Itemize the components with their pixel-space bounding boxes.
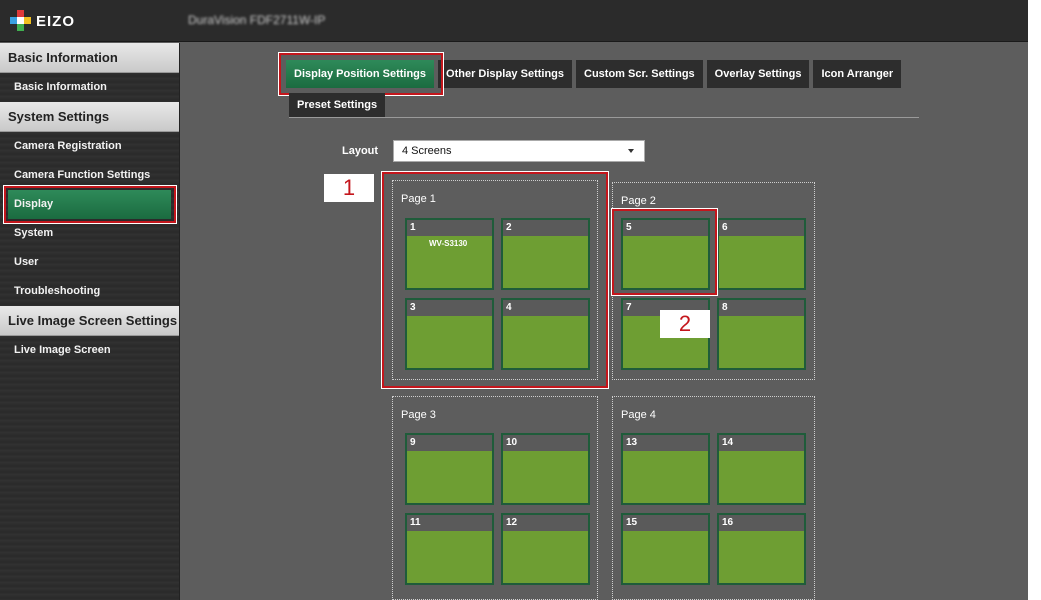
screen-number: 13 [623,435,708,451]
screen-tile[interactable]: 2 [501,218,590,290]
screen-tile[interactable]: 12 [501,513,590,585]
screen-tile[interactable]: 14 [717,433,806,505]
sidebar-item-live-image-screen[interactable]: Live Image Screen [0,336,179,365]
callout-label-2: 2 [660,310,710,338]
eizo-logo-icon [10,10,32,32]
screen-number: 3 [407,300,492,316]
screen-number: 15 [623,515,708,531]
screen-number: 12 [503,515,588,531]
sidebar-item-basic-information[interactable]: Basic Information [0,73,179,102]
screen-tile[interactable]: 16 [717,513,806,585]
sidebar-item-troubleshooting[interactable]: Troubleshooting [0,277,179,306]
product-name: DuraVision FDF2711W-IP [188,13,326,27]
screen-tile[interactable]: 10 [501,433,590,505]
page-title: Page 4 [621,409,656,421]
logo-text: EIZO [36,12,76,30]
page-1-group: Page 1 1 WV-S3130 2 3 4 [392,180,598,380]
sidebar-item-user[interactable]: User [0,248,179,277]
sidebar-item-display[interactable]: Display [8,190,171,219]
screen-number: 6 [719,220,804,236]
page-3-group: Page 3 9 10 11 12 [392,396,598,600]
top-bar: EIZO DuraVision FDF2711W-IP [0,0,1028,42]
screen-number: 9 [407,435,492,451]
camera-name: WV-S3130 [429,239,468,248]
screen-number: 8 [719,300,804,316]
layout-label: Layout [342,145,379,157]
sidebar-item-camera-function-settings[interactable]: Camera Function Settings [0,161,179,190]
screen-number: 10 [503,435,588,451]
screen-tile[interactable]: 15 [621,513,710,585]
screen-tile[interactable]: 3 [405,298,494,370]
screen-tile[interactable]: 8 [717,298,806,370]
screen-tile[interactable]: 13 [621,433,710,505]
sidebar-header-basic-information[interactable]: Basic Information [0,43,179,73]
screen-number: 16 [719,515,804,531]
page-margin [1028,0,1041,600]
screen-number: 11 [407,515,492,531]
screen-tile[interactable]: 1 WV-S3130 [405,218,494,290]
page-2-group: Page 2 5 6 7 8 [612,182,815,380]
screen-tile[interactable]: 4 [501,298,590,370]
layout-select[interactable]: 4 Screens [393,140,645,162]
tab-overlay-settings[interactable]: Overlay Settings [706,60,810,88]
layout-select-value: 4 Screens [402,145,452,157]
sidebar-item-system[interactable]: System [0,219,179,248]
screen-tile[interactable]: 11 [405,513,494,585]
sidebar-item-camera-registration[interactable]: Camera Registration [0,132,179,161]
screen-number: 2 [503,220,588,236]
tab-custom-scr-settings[interactable]: Custom Scr. Settings [576,60,703,88]
tab-divider [289,117,919,118]
screen-tile[interactable]: 9 [405,433,494,505]
chevron-down-icon [628,149,634,153]
tab-other-display-settings[interactable]: Other Display Settings [438,60,573,88]
screen-number: 4 [503,300,588,316]
page-4-group: Page 4 13 14 15 16 [612,396,815,600]
sidebar: Basic Information Basic Information Syst… [0,43,180,600]
page-title: Page 2 [621,195,656,207]
callout-label-1: 1 [324,174,374,202]
screen-number: 1 [407,220,492,236]
eizo-logo: EIZO [10,10,75,32]
settings-tabs: Display Position Settings Other Display … [286,60,905,88]
page-title: Page 3 [401,409,436,421]
screen-tile[interactable]: 5 [621,218,710,290]
sidebar-header-system-settings[interactable]: System Settings [0,102,179,132]
sidebar-header-live-image-screen-settings[interactable]: Live Image Screen Settings [0,306,179,336]
tab-preset-settings[interactable]: Preset Settings [289,93,386,117]
page-title: Page 1 [401,193,436,205]
app-window: EIZO DuraVision FDF2711W-IP Basic Inform… [0,0,1028,600]
screen-tile[interactable]: 6 [717,218,806,290]
tab-display-position-settings[interactable]: Display Position Settings [286,60,435,88]
tab-icon-arranger[interactable]: Icon Arranger [813,60,902,88]
screen-number: 14 [719,435,804,451]
screen-number: 5 [623,220,708,236]
